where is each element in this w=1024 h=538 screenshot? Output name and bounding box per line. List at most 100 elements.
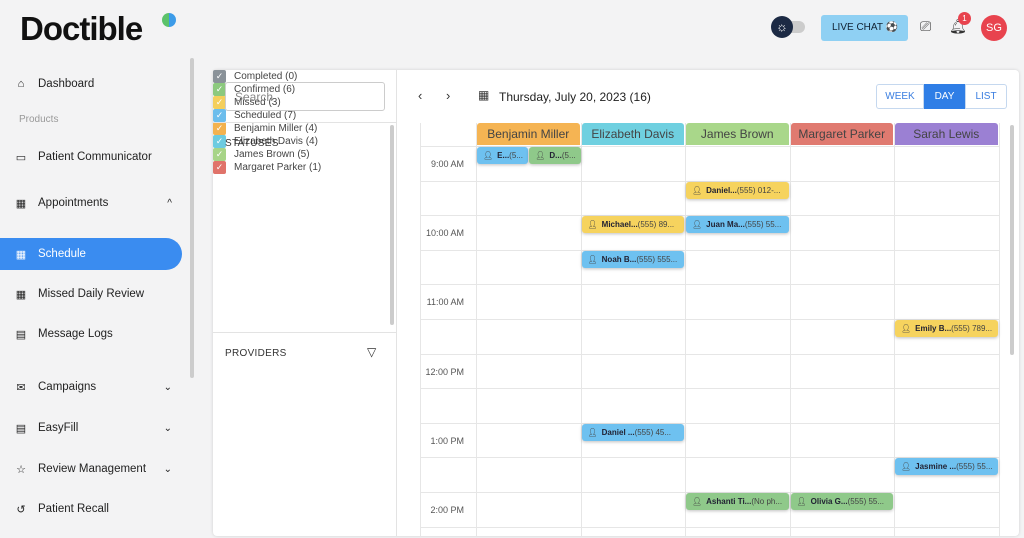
live-chat-label: LIVE CHAT (832, 22, 883, 33)
column-divider (581, 123, 582, 536)
sidebar-item-campaigns[interactable]: ✉Campaigns⌄ (0, 371, 182, 403)
sun-icon: ☼ (771, 16, 793, 38)
list-view-button[interactable]: LIST (965, 84, 1007, 109)
providers-filter-item[interactable]: ✓ Benjamin Miller (4) (213, 122, 396, 135)
appointment[interactable]: 👤︎Jasmine ...(555) 55... (895, 458, 998, 475)
sidebar-item-easyfill[interactable]: ▤EasyFill⌄ (0, 412, 182, 444)
provider-column-header: Margaret Parker (791, 123, 894, 145)
avatar[interactable]: SG (981, 15, 1007, 41)
sidebar-item-patient-communicator[interactable]: ▭Patient Communicator (0, 141, 182, 173)
calendar-icon: ▦ (14, 248, 28, 261)
calendar-scrollbar[interactable] (1010, 125, 1014, 355)
chevron-down-icon[interactable]: ⌄ (164, 382, 172, 393)
appointment[interactable]: 👤︎Juan Ma...(555) 55... (686, 216, 789, 233)
providers-filter-item[interactable]: ✓ Margaret Parker (1) (213, 161, 396, 174)
checkbox[interactable]: ✓ (213, 70, 226, 83)
appointment[interactable]: 👤︎ E...(5... (477, 147, 528, 164)
filter-label: Benjamin Miller (4) (234, 123, 317, 134)
search-input[interactable]: Search (225, 82, 385, 111)
inbox-icon: ▤ (14, 328, 28, 341)
slot-line (420, 354, 1000, 355)
main-panel: Search STATUSES PROVIDERS ▽ ✓Completed (… (213, 70, 1019, 536)
sidebar: Products ⌂Dashboard▭Patient Communicator… (0, 60, 190, 538)
chevron-up-icon[interactable]: ^ (167, 198, 172, 209)
support-icon: ⚽ (886, 22, 898, 33)
patient-phone: (555) 89... (638, 220, 674, 229)
person-icon: 👤︎ (901, 324, 911, 333)
history-icon: ↺ (14, 503, 28, 516)
patient-name: Emily B... (915, 324, 951, 333)
home-icon: ⌂ (14, 78, 28, 90)
sidebar-item-label: Review Management (38, 463, 146, 475)
column-divider (476, 123, 477, 536)
time-label: 12:00 PM (408, 367, 464, 377)
feedback-icon[interactable]: ⎚ (920, 18, 931, 35)
appointment[interactable]: 👤︎Michael...(555) 89... (582, 216, 685, 233)
person-icon: 👤︎ (588, 220, 598, 229)
appointment[interactable]: 👤︎Emily B...(555) 789... (895, 320, 998, 337)
appointment[interactable]: 👤︎D...(5... (529, 147, 580, 164)
filter-icon[interactable]: ▽ (367, 345, 376, 359)
day-view-button[interactable]: DAY (924, 84, 965, 109)
patient-name: Noah B... (602, 255, 637, 264)
sidebar-item-patient-recall[interactable]: ↺Patient Recall (0, 493, 182, 525)
sidebar-item-label: Missed Daily Review (38, 288, 144, 300)
patient-phone: (555) 55... (745, 220, 781, 229)
sidebar-item-review-management[interactable]: ☆Review Management⌄ (0, 453, 182, 485)
sidebar-scrollbar[interactable] (190, 58, 194, 378)
filter-label: Margaret Parker (1) (234, 162, 321, 173)
patient-name: Daniel ... (602, 428, 635, 437)
slot-line (420, 284, 1000, 285)
appointment[interactable]: 👤︎Noah B...(555) 555... (582, 251, 685, 268)
theme-toggle[interactable]: ☼ (771, 16, 807, 38)
calendar: ‹ › ▦ Thursday, July 20, 2023 (16) WEEK … (408, 70, 1019, 536)
sidebar-item-dashboard[interactable]: ⌂Dashboard (0, 68, 182, 100)
provider-column-header: Benjamin Miller (477, 123, 580, 145)
chevron-down-icon[interactable]: ⌄ (164, 423, 172, 434)
person-icon: 👤︎ (588, 428, 598, 437)
person-icon: 👤︎ (692, 497, 702, 506)
chevron-down-icon[interactable]: ⌄ (164, 464, 172, 475)
sidebar-item-appointments[interactable]: ▦Appointments^ (0, 187, 182, 219)
time-label: 1:00 PM (408, 436, 464, 446)
filter-label: Completed (0) (234, 71, 297, 82)
sidebar-item-schedule[interactable]: ▦Schedule (0, 238, 182, 270)
sidebar-item-missed-daily-review[interactable]: ▦Missed Daily Review (0, 278, 182, 310)
filter-label: James Brown (5) (234, 149, 310, 160)
next-day-button[interactable]: › (446, 88, 450, 103)
sidebar-item-message-logs[interactable]: ▤Message Logs (0, 318, 182, 350)
time-label: 11:00 AM (408, 297, 464, 307)
time-label: 10:00 AM (408, 228, 464, 238)
patient-phone: (555) 012-... (737, 186, 781, 195)
chat-icon: ▭ (14, 151, 28, 164)
appointment[interactable]: 👤︎Daniel...(555) 012-... (686, 182, 789, 199)
appointment[interactable]: 👤︎Olivia G...(555) 55... (791, 493, 894, 510)
week-view-button[interactable]: WEEK (876, 84, 924, 109)
patient-name: Jasmine ... (915, 462, 956, 471)
checkbox[interactable]: ✓ (213, 109, 226, 122)
slot-line (420, 250, 1000, 251)
filters-scrollbar[interactable] (390, 125, 394, 325)
sidebar-item-label: EasyFill (38, 422, 78, 434)
slot-line (420, 388, 1000, 389)
person-icon: 👤︎ (483, 151, 493, 160)
patient-phone: (5... (509, 151, 523, 160)
notification-badge: 1 (958, 12, 971, 25)
patient-name: E... (497, 151, 509, 160)
providers-filter-item[interactable]: ✓ James Brown (5) (213, 148, 396, 161)
person-icon: 👤︎ (692, 186, 702, 195)
filters-panel: Search STATUSES PROVIDERS ▽ ✓Completed (… (213, 70, 397, 536)
prev-day-button[interactable]: ‹ (418, 88, 422, 103)
mail-icon: ✉ (14, 381, 28, 394)
live-chat-button[interactable]: LIVE CHAT ⚽ (821, 15, 908, 41)
person-icon: 👤︎ (535, 151, 545, 160)
provider-column-header: Sarah Lewis (895, 123, 998, 145)
appointment[interactable]: 👤︎Daniel ...(555) 45... (582, 424, 685, 441)
patient-name: Olivia G... (811, 497, 848, 506)
current-date: Thursday, July 20, 2023 (16) (499, 90, 651, 104)
checkbox[interactable]: ✓ (213, 148, 226, 161)
checkbox[interactable]: ✓ (213, 161, 226, 174)
appointment[interactable]: 👤︎Ashanti Ti...(No ph... (686, 493, 789, 510)
patient-name: D... (549, 151, 561, 160)
checkbox[interactable]: ✓ (213, 122, 226, 135)
